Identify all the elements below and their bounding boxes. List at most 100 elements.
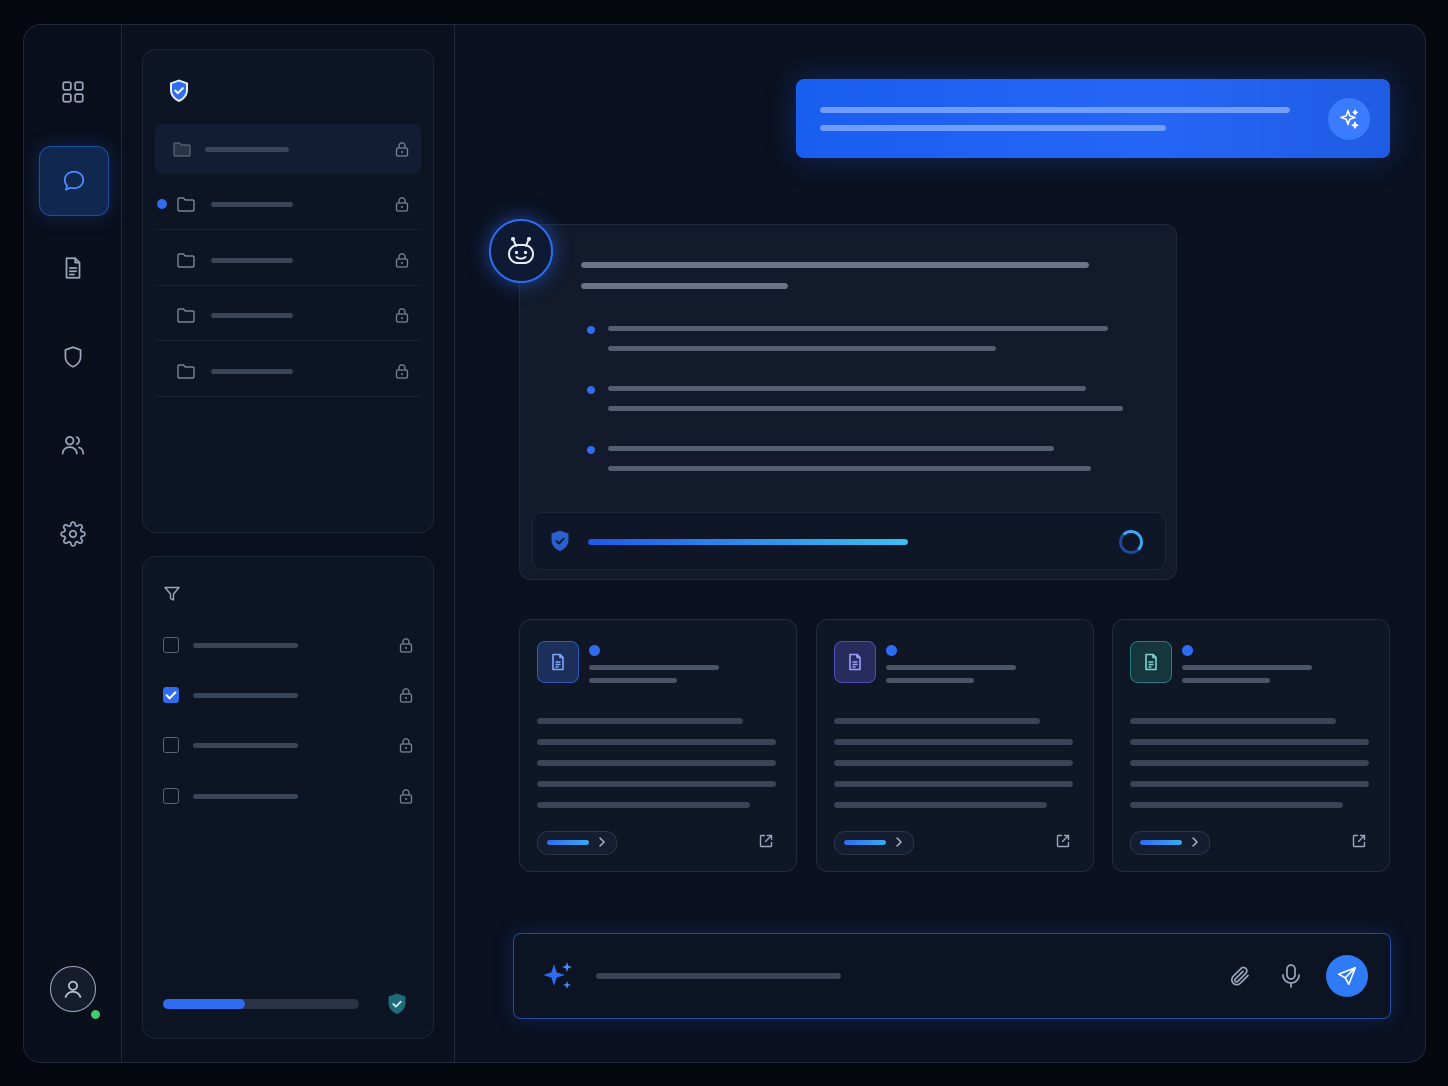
ai-enhance-button[interactable] <box>1328 98 1370 140</box>
nav-settings[interactable] <box>39 500 107 568</box>
nav-rail <box>24 25 122 1062</box>
folder-name-placeholder <box>211 368 293 374</box>
folder-name-placeholder <box>205 146 289 152</box>
filters-panel <box>142 556 434 1039</box>
message-composer[interactable] <box>513 933 1391 1019</box>
sources-sidebar <box>122 25 455 1062</box>
folder-item-1[interactable] <box>155 124 421 174</box>
user-avatar[interactable] <box>50 966 96 1012</box>
document-preview-line <box>834 760 1073 766</box>
open-document-chip[interactable] <box>1130 831 1210 855</box>
lock-icon <box>395 253 409 268</box>
filter-option-2[interactable] <box>163 683 413 707</box>
nav-dashboard[interactable] <box>39 58 107 126</box>
open-document-chip[interactable] <box>537 831 617 855</box>
gear-icon <box>60 521 86 547</box>
message-input-placeholder[interactable] <box>596 973 841 979</box>
document-preview-line <box>537 760 776 766</box>
external-link-icon[interactable] <box>1055 833 1071 849</box>
external-link-icon[interactable] <box>758 833 774 849</box>
message-text-placeholder <box>820 125 1166 131</box>
loading-spinner <box>1119 530 1143 554</box>
shield-check-icon <box>551 530 569 551</box>
chip-label-placeholder <box>1140 840 1182 845</box>
folder-name-placeholder <box>211 201 293 207</box>
nav-security[interactable] <box>39 323 107 391</box>
lock-icon <box>399 688 413 703</box>
bullet-text-placeholder <box>608 386 1086 391</box>
document-preview-line <box>1130 739 1369 745</box>
lock-icon <box>395 364 409 379</box>
document-title-placeholder <box>589 665 719 670</box>
file-text-icon <box>849 653 861 671</box>
document-preview-line <box>834 718 1040 724</box>
document-preview-line <box>537 718 743 724</box>
folder-name-placeholder <box>211 257 293 263</box>
folder-item-2[interactable] <box>155 179 421 230</box>
document-meta-placeholder <box>1182 678 1270 683</box>
document-preview-line <box>834 781 1073 787</box>
document-preview-line <box>1130 802 1343 808</box>
unread-dot <box>886 645 897 656</box>
filter-label-placeholder <box>193 742 298 748</box>
shield-check-icon <box>388 993 406 1014</box>
checkbox[interactable] <box>163 788 179 804</box>
chip-label-placeholder <box>547 840 589 845</box>
document-preview-line <box>1130 718 1336 724</box>
document-preview-line <box>1130 781 1369 787</box>
chip-label-placeholder <box>844 840 886 845</box>
sparkle-icon <box>1340 109 1359 129</box>
checkbox[interactable] <box>163 637 179 653</box>
document-preview-line <box>834 802 1047 808</box>
bullet-point <box>587 326 595 334</box>
grid-icon <box>62 81 84 103</box>
assistant-message-card <box>519 224 1177 580</box>
verification-progress <box>588 539 908 545</box>
document-preview-line <box>834 739 1073 745</box>
chat-bubble-icon <box>63 170 85 191</box>
chevron-right-icon <box>1192 837 1199 847</box>
document-card-1[interactable] <box>519 619 797 872</box>
filter-option-1[interactable] <box>163 633 413 657</box>
folder-item-4[interactable] <box>155 290 421 341</box>
bullet-text-placeholder <box>608 406 1123 411</box>
file-text-icon <box>552 653 564 671</box>
lock-icon <box>399 738 413 753</box>
folder-icon <box>177 308 195 323</box>
response-heading-placeholder <box>581 262 1089 268</box>
document-preview-line <box>537 781 776 787</box>
nav-chat[interactable] <box>39 146 109 216</box>
document-badge <box>1130 641 1172 683</box>
nav-documents[interactable] <box>39 234 107 302</box>
document-card-2[interactable] <box>816 619 1094 872</box>
checkbox[interactable] <box>163 737 179 753</box>
bullet-text-placeholder <box>608 326 1108 331</box>
bullet-point <box>587 446 595 454</box>
document-badge <box>834 641 876 683</box>
send-icon <box>1337 966 1357 986</box>
online-status-indicator <box>89 1008 102 1021</box>
filter-option-3[interactable] <box>163 733 413 757</box>
document-meta-placeholder <box>589 678 677 683</box>
open-document-chip[interactable] <box>834 831 914 855</box>
filter-option-4[interactable] <box>163 784 413 808</box>
unread-dot <box>1182 645 1193 656</box>
checkbox-checked[interactable] <box>163 687 179 703</box>
document-card-3[interactable] <box>1112 619 1390 872</box>
filter-icon[interactable] <box>163 585 181 603</box>
microphone-icon[interactable] <box>1278 962 1304 990</box>
nav-users[interactable] <box>39 411 107 479</box>
folder-item-3[interactable] <box>155 235 421 286</box>
unread-dot <box>157 199 167 209</box>
external-link-icon[interactable] <box>1351 833 1367 849</box>
document-title-placeholder <box>886 665 1016 670</box>
document-badge <box>537 641 579 683</box>
response-heading-placeholder <box>581 283 788 289</box>
folder-item-5[interactable] <box>155 346 421 397</box>
send-button[interactable] <box>1326 955 1368 997</box>
document-title-placeholder <box>1182 665 1312 670</box>
filter-progress-fill <box>163 999 246 1009</box>
lock-icon <box>395 197 409 212</box>
paperclip-icon[interactable] <box>1226 962 1254 990</box>
users-icon <box>61 436 85 455</box>
